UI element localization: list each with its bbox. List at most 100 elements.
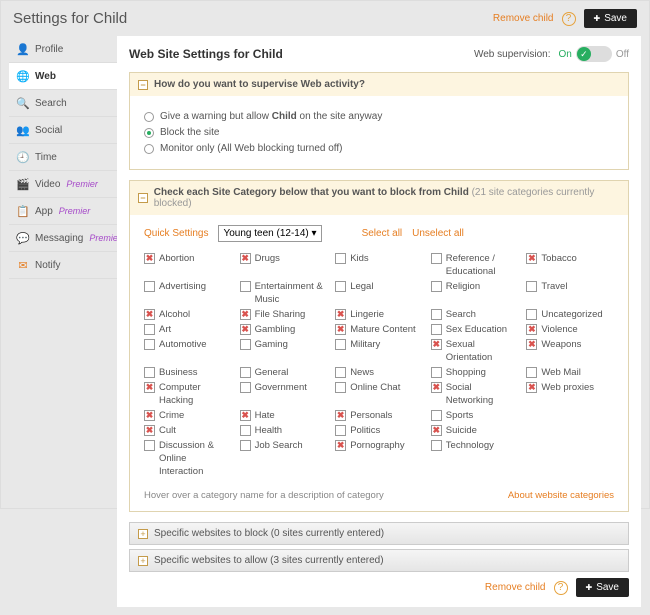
category-news[interactable]: News bbox=[335, 366, 423, 379]
category-gambling[interactable]: ✖Gambling bbox=[240, 323, 328, 336]
unselect-all-link[interactable]: Unselect all bbox=[412, 228, 464, 239]
checkbox-icon[interactable]: ✖ bbox=[526, 339, 537, 350]
sidebar-item-social[interactable]: 👥Social bbox=[9, 117, 117, 144]
sidebar-item-search[interactable]: 🔍Search bbox=[9, 90, 117, 117]
category-reference-educational[interactable]: Reference / Educational bbox=[431, 252, 519, 278]
category-military[interactable]: Military bbox=[335, 338, 423, 364]
radio-monitor[interactable]: Monitor only (All Web blocking turned of… bbox=[144, 143, 614, 154]
category-technology[interactable]: Technology bbox=[431, 439, 519, 478]
checkbox-icon[interactable] bbox=[144, 440, 155, 451]
help-icon[interactable]: ? bbox=[562, 12, 576, 26]
checkbox-icon[interactable] bbox=[431, 253, 442, 264]
remove-child-link[interactable]: Remove child bbox=[485, 582, 546, 593]
checkbox-icon[interactable] bbox=[431, 440, 442, 451]
checkbox-icon[interactable]: ✖ bbox=[431, 425, 442, 436]
category-politics[interactable]: Politics bbox=[335, 424, 423, 437]
checkbox-icon[interactable]: ✖ bbox=[431, 382, 442, 393]
category-online-chat[interactable]: Online Chat bbox=[335, 381, 423, 407]
category-sports[interactable]: Sports bbox=[431, 409, 519, 422]
expand-icon[interactable]: + bbox=[138, 529, 148, 539]
category-alcohol[interactable]: ✖Alcohol bbox=[144, 308, 232, 321]
checkbox-icon[interactable] bbox=[240, 367, 251, 378]
category-gaming[interactable]: Gaming bbox=[240, 338, 328, 364]
checkbox-icon[interactable] bbox=[431, 281, 442, 292]
checkbox-icon[interactable] bbox=[144, 281, 155, 292]
checkbox-icon[interactable] bbox=[144, 367, 155, 378]
block-websites-section[interactable]: + Specific websites to block (0 sites cu… bbox=[129, 522, 629, 545]
sidebar-item-profile[interactable]: 👤Profile bbox=[9, 36, 117, 63]
category-shopping[interactable]: Shopping bbox=[431, 366, 519, 379]
checkbox-icon[interactable]: ✖ bbox=[144, 309, 155, 320]
category-suicide[interactable]: ✖Suicide bbox=[431, 424, 519, 437]
category-travel[interactable]: Travel bbox=[526, 280, 614, 306]
radio-block[interactable]: Block the site bbox=[144, 127, 614, 138]
allow-websites-section[interactable]: + Specific websites to allow (3 sites cu… bbox=[129, 549, 629, 572]
category-mature-content[interactable]: ✖Mature Content bbox=[335, 323, 423, 336]
checkbox-icon[interactable] bbox=[335, 367, 346, 378]
category-web-mail[interactable]: Web Mail bbox=[526, 366, 614, 379]
category-government[interactable]: Government bbox=[240, 381, 328, 407]
category-tobacco[interactable]: ✖Tobacco bbox=[526, 252, 614, 278]
checkbox-icon[interactable]: ✖ bbox=[144, 253, 155, 264]
category-legal[interactable]: Legal bbox=[335, 280, 423, 306]
age-select[interactable]: Young teen (12-14) ▾ bbox=[218, 225, 321, 242]
checkbox-icon[interactable]: ✖ bbox=[526, 382, 537, 393]
category-automotive[interactable]: Automotive bbox=[144, 338, 232, 364]
save-button[interactable]: Save bbox=[584, 9, 638, 28]
category-lingerie[interactable]: ✖Lingerie bbox=[335, 308, 423, 321]
checkbox-icon[interactable] bbox=[144, 339, 155, 350]
category-art[interactable]: Art bbox=[144, 323, 232, 336]
collapse-icon[interactable]: − bbox=[138, 80, 148, 90]
category-file-sharing[interactable]: ✖File Sharing bbox=[240, 308, 328, 321]
checkbox-icon[interactable]: ✖ bbox=[335, 324, 346, 335]
category-weapons[interactable]: ✖Weapons bbox=[526, 338, 614, 364]
checkbox-icon[interactable] bbox=[335, 281, 346, 292]
category-search[interactable]: Search bbox=[431, 308, 519, 321]
category-sexual-orientation[interactable]: ✖Sexual Orientation bbox=[431, 338, 519, 364]
category-advertising[interactable]: Advertising bbox=[144, 280, 232, 306]
checkbox-icon[interactable] bbox=[240, 281, 251, 292]
sidebar-item-messaging[interactable]: 💬Messaging Premier bbox=[9, 225, 117, 252]
category-crime[interactable]: ✖Crime bbox=[144, 409, 232, 422]
checkbox-icon[interactable]: ✖ bbox=[240, 253, 251, 264]
category-web-proxies[interactable]: ✖Web proxies bbox=[526, 381, 614, 407]
category-entertainment-music[interactable]: Entertainment & Music bbox=[240, 280, 328, 306]
checkbox-icon[interactable] bbox=[431, 367, 442, 378]
checkbox-icon[interactable] bbox=[335, 382, 346, 393]
radio-warn[interactable]: Give a warning but allow Child on the si… bbox=[144, 111, 614, 122]
category-job-search[interactable]: Job Search bbox=[240, 439, 328, 478]
checkbox-icon[interactable] bbox=[431, 324, 442, 335]
checkbox-icon[interactable]: ✖ bbox=[526, 324, 537, 335]
checkbox-icon[interactable] bbox=[431, 410, 442, 421]
sidebar-item-time[interactable]: 🕘Time bbox=[9, 144, 117, 171]
checkbox-icon[interactable] bbox=[526, 309, 537, 320]
checkbox-icon[interactable] bbox=[526, 281, 537, 292]
category-cult[interactable]: ✖Cult bbox=[144, 424, 232, 437]
checkbox-icon[interactable]: ✖ bbox=[335, 410, 346, 421]
supervision-toggle[interactable] bbox=[576, 46, 612, 62]
sidebar-item-web[interactable]: 🌐Web bbox=[9, 63, 117, 90]
category-kids[interactable]: Kids bbox=[335, 252, 423, 278]
sidebar-item-app[interactable]: 📋App Premier bbox=[9, 198, 117, 225]
category-uncategorized[interactable]: Uncategorized bbox=[526, 308, 614, 321]
category-personals[interactable]: ✖Personals bbox=[335, 409, 423, 422]
checkbox-icon[interactable] bbox=[240, 382, 251, 393]
expand-icon[interactable]: + bbox=[138, 556, 148, 566]
checkbox-icon[interactable]: ✖ bbox=[431, 339, 442, 350]
category-violence[interactable]: ✖Violence bbox=[526, 323, 614, 336]
checkbox-icon[interactable] bbox=[335, 339, 346, 350]
category-discussion-online-interaction[interactable]: Discussion & Online Interaction bbox=[144, 439, 232, 478]
checkbox-icon[interactable] bbox=[335, 425, 346, 436]
select-all-link[interactable]: Select all bbox=[362, 228, 403, 239]
category-drugs[interactable]: ✖Drugs bbox=[240, 252, 328, 278]
help-icon[interactable]: ? bbox=[554, 581, 568, 595]
checkbox-icon[interactable] bbox=[335, 253, 346, 264]
sidebar-item-video[interactable]: 🎬Video Premier bbox=[9, 171, 117, 198]
sidebar-item-notify[interactable]: ✉Notify bbox=[9, 252, 117, 279]
category-pornography[interactable]: ✖Pornography bbox=[335, 439, 423, 478]
checkbox-icon[interactable]: ✖ bbox=[144, 425, 155, 436]
category-computer-hacking[interactable]: ✖Computer Hacking bbox=[144, 381, 232, 407]
category-religion[interactable]: Religion bbox=[431, 280, 519, 306]
category-health[interactable]: Health bbox=[240, 424, 328, 437]
checkbox-icon[interactable]: ✖ bbox=[240, 324, 251, 335]
